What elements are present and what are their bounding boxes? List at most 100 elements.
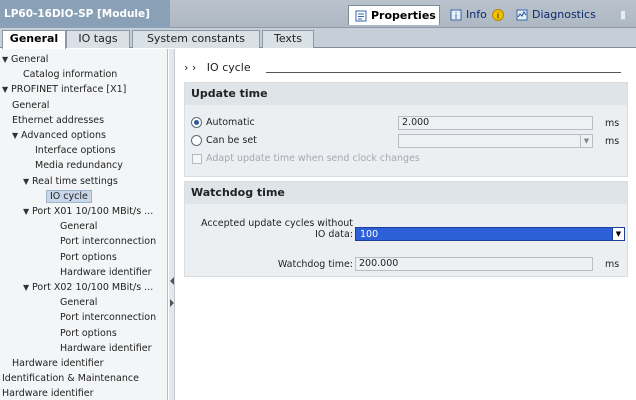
tree-item-label: Port X01 10/100 MBit/s ... [32,206,154,217]
tab-diagnostics[interactable]: i Diagnostics [492,5,620,25]
adapt-update-time-checkbox[interactable] [192,154,202,164]
watchdog-time-panel: Watchdog time Accepted update cycles wit… [184,181,628,277]
diagnostics-icon [516,9,528,21]
collapse-left-icon[interactable] [170,277,174,285]
tree-item-label: General [60,221,98,233]
tree-item[interactable]: Catalog information [23,67,117,82]
tree-item-label: Hardware identifier [60,342,152,354]
breadcrumb-label: IO cycle [206,61,251,74]
tree-item-label: Hardware identifier [2,388,94,400]
tree-item-label: Hardware identifier [60,266,152,278]
can-be-set-radio[interactable] [191,135,202,146]
tree-item-label: Identification & Maintenance [2,373,139,385]
tree-item[interactable]: Port interconnection [60,234,156,249]
tree-item[interactable]: General [60,219,97,234]
dropdown-arrow-icon[interactable]: ▼ [612,228,624,240]
tree-item-label: Interface options [35,145,116,157]
tab-general[interactable]: General [2,30,66,49]
tab-io-tags[interactable]: IO tags [66,30,130,48]
tab-system-constants[interactable]: System constants [132,30,260,48]
tree-item[interactable]: ▼ PROFINET interface [X1] [2,82,126,97]
tree-item-label: IO cycle [46,189,92,203]
accepted-update-cycles-label: Accepted update cycles without IO data: [195,218,353,240]
info-icon: i [450,9,462,21]
svg-text:i: i [497,12,499,21]
tree-item[interactable]: Port options [60,250,117,265]
can-be-set-unit: ms [605,136,620,147]
expand-arrow-icon[interactable]: ▼ [2,52,11,67]
adapt-update-time-label: Adapt update time when send clock change… [206,153,420,164]
accepted-label-line1: Accepted update cycles without [201,218,353,229]
watchdog-time-field: 200.000 [355,257,593,271]
tab-info-label: Info [466,8,487,21]
tree-item-label: Real time settings [32,175,118,187]
expand-right-icon[interactable] [170,299,174,307]
tree-item-label: General [12,99,50,111]
tree-item-label: Advanced options [21,130,106,141]
tab-properties-label: Properties [371,9,436,22]
accepted-update-cycles-dropdown[interactable]: 100 ▼ [355,227,625,241]
tree-item[interactable]: IO cycle [46,189,92,204]
svg-text:i: i [455,12,458,21]
section-divider [266,72,621,73]
breadcrumb-chevrons: › › [184,61,197,74]
accepted-update-cycles-value: 100 [360,229,379,240]
automatic-radio[interactable] [191,117,202,128]
accepted-label-line2: IO data: [315,229,353,240]
tree-item-label: Port X02 10/100 MBit/s ... [32,282,154,293]
tree-item[interactable]: ▼ Port X01 10/100 MBit/s ... [23,204,153,219]
tree-item[interactable]: Port interconnection [60,310,156,325]
window-title: LP60-16DIO-SP [Module] [0,0,170,28]
tree-item-label: Media redundancy [35,160,123,172]
splitter[interactable] [169,49,175,400]
expand-arrow-icon[interactable]: ▼ [12,128,21,143]
tree-item[interactable]: Ethernet addresses [12,113,104,128]
tree-item-label: General [11,54,49,65]
tree-item-label: Port interconnection [60,236,157,248]
tree-item-label: PROFINET interface [X1] [11,84,127,96]
watchdog-time-unit: ms [605,259,620,270]
tree-item-label: Ethernet addresses [12,114,105,126]
tree-item[interactable]: Hardware identifier [60,341,152,356]
watchdog-time-title: Watchdog time [185,182,627,204]
tree-item[interactable]: Interface options [35,143,116,158]
automatic-unit: ms [605,118,620,129]
tree-item-label: Catalog information [23,69,118,81]
tree-item[interactable]: Port options [60,326,117,341]
tree-item[interactable]: ▼ Real time settings [23,174,118,189]
tree-item-label: Port options [60,327,117,339]
tree-item[interactable]: Media redundancy [35,158,123,173]
tree-item-label: Port interconnection [60,312,157,324]
automatic-label: Automatic [206,117,255,128]
can-be-set-dropdown[interactable]: ▼ [398,134,593,148]
tree-item[interactable]: ▼ General [2,52,48,67]
tree-item[interactable]: Identification & Maintenance [2,371,139,386]
panel-options-icon[interactable]: ▮ [620,5,636,25]
expand-arrow-icon[interactable]: ▼ [23,280,32,295]
info-badge-icon: i [492,9,504,21]
properties-icon [355,10,367,22]
update-time-panel: Update time Automatic 2.000 ms Can be se… [184,82,628,177]
tab-properties[interactable]: Properties [348,5,440,25]
expand-arrow-icon[interactable]: ▼ [23,174,32,189]
expand-arrow-icon[interactable]: ▼ [23,204,32,219]
tree-item[interactable]: ▼ Advanced options [12,128,106,143]
tree-item[interactable]: General [12,98,49,113]
tree-item[interactable]: ▼ Port X02 10/100 MBit/s ... [23,280,153,295]
tab-diagnostics-label: Diagnostics [532,8,596,21]
tree-item[interactable]: Hardware identifier [12,356,104,371]
tree-item[interactable]: Hardware identifier [60,265,152,280]
tree-item-label: Hardware identifier [12,358,104,369]
navigation-tree: ▼ General Catalog information ▼ PROFINET int… [0,49,168,400]
property-tabs: General IO tags System constants Texts [0,28,636,49]
tree-item[interactable]: General [60,295,97,310]
title-bar: LP60-16DIO-SP [Module] Properties i Info… [0,0,636,28]
expand-arrow-icon[interactable]: ▼ [2,82,11,97]
dropdown-arrow-icon[interactable]: ▼ [580,135,592,147]
automatic-value-field: 2.000 [398,116,593,130]
tree-item-label: Port options [60,251,117,263]
breadcrumb: › › IO cycle [184,61,251,74]
tree-item-label: General [60,297,98,309]
tab-texts[interactable]: Texts [262,30,314,48]
tree-item[interactable]: Hardware identifier [2,386,94,400]
